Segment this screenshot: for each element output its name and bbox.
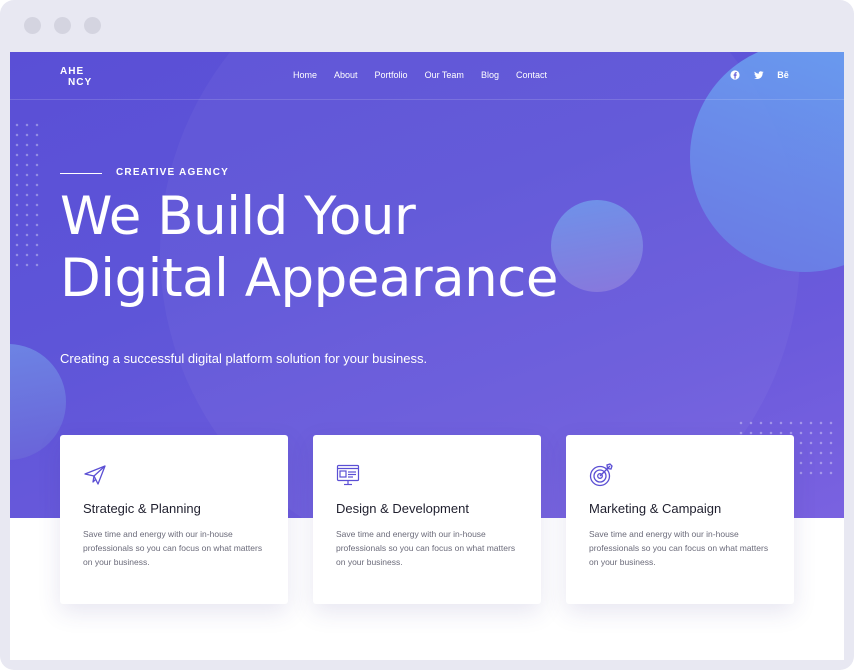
nav-link-our-team[interactable]: Our Team: [425, 70, 464, 80]
twitter-icon[interactable]: [754, 70, 764, 80]
feature-card-marketing-campaign[interactable]: Marketing & Campaign Save time and energ…: [566, 435, 794, 604]
hero-title-line-2: Digital Appearance: [60, 248, 558, 309]
navbar: AHE NCY Home About Portfolio Our Team Bl…: [10, 52, 844, 100]
logo-line-1: AHE: [60, 66, 85, 77]
feature-card-text: Save time and energy with our in-house p…: [589, 529, 769, 567]
nav-link-portfolio[interactable]: Portfolio: [375, 70, 408, 80]
window-dot-minimize[interactable]: [54, 17, 71, 34]
hero-title: We Build Your Digital Appearance: [60, 186, 620, 310]
target-icon: [589, 463, 613, 487]
hero-subtitle: Creating a successful digital platform s…: [60, 351, 428, 366]
logo[interactable]: AHE NCY: [60, 66, 100, 88]
feature-card-design-development[interactable]: Design & Development Save time and energ…: [313, 435, 541, 604]
decorative-dot-grid-left: [12, 120, 42, 270]
nav-link-contact[interactable]: Contact: [516, 70, 547, 80]
behance-icon[interactable]: Bē: [777, 70, 789, 80]
main-nav: Home About Portfolio Our Team Blog Conta…: [293, 70, 547, 80]
feature-card-text: Save time and energy with our in-house p…: [83, 529, 263, 567]
hero-title-line-1: We Build Your: [60, 186, 416, 247]
facebook-icon[interactable]: [730, 70, 740, 80]
eyebrow-label: CREATIVE AGENCY: [116, 167, 230, 178]
design-monitor-icon: [336, 463, 360, 487]
feature-card-text: Save time and energy with our in-house p…: [336, 529, 516, 567]
nav-link-blog[interactable]: Blog: [481, 70, 499, 80]
feature-card-strategic-planning[interactable]: Strategic & Planning Save time and energ…: [60, 435, 288, 604]
paper-plane-icon: [83, 463, 107, 487]
nav-link-home[interactable]: Home: [293, 70, 317, 80]
logo-line-2: NCY: [68, 77, 93, 88]
nav-link-about[interactable]: About: [334, 70, 358, 80]
eyebrow-line: [60, 173, 102, 174]
browser-frame: AHE NCY Home About Portfolio Our Team Bl…: [0, 0, 854, 670]
decorative-circle-left: [10, 344, 66, 460]
feature-card-title: Design & Development: [336, 501, 469, 516]
feature-card-title: Marketing & Campaign: [589, 501, 722, 516]
window-dot-close[interactable]: [24, 17, 41, 34]
feature-card-title: Strategic & Planning: [83, 501, 201, 516]
social-links: Bē: [730, 70, 789, 80]
page-viewport: AHE NCY Home About Portfolio Our Team Bl…: [10, 52, 844, 660]
window-dot-maximize[interactable]: [84, 17, 101, 34]
